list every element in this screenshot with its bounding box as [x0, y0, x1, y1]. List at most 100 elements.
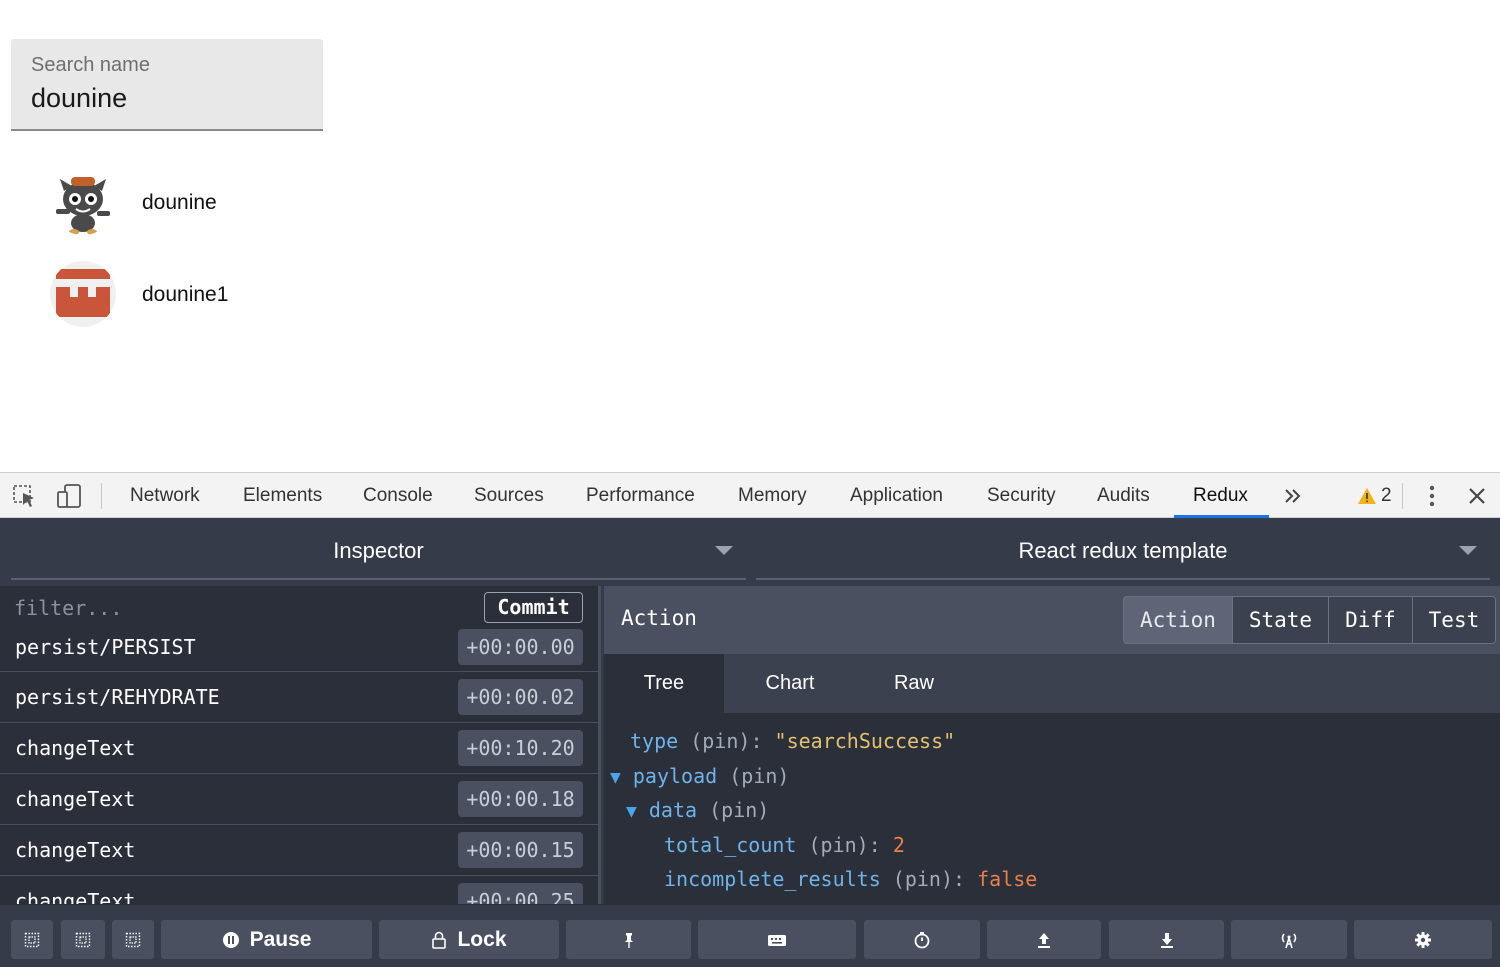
tab-performance[interactable]: Performance — [586, 485, 695, 507]
tab-network[interactable]: Network — [130, 485, 200, 507]
pin-label[interactable]: (pin) — [809, 833, 869, 857]
detail-header: Action Action State Diff Test — [604, 586, 1500, 654]
tree-value: 2 — [892, 833, 905, 857]
instance-select[interactable]: React redux template — [756, 518, 1490, 580]
action-detail: Action Action State Diff Test Tree Chart… — [604, 586, 1500, 904]
tree-key: total_count — [664, 833, 797, 857]
action-row[interactable]: changeText +00:00.25 — [0, 876, 598, 904]
view-tabs: Tree Chart Raw — [604, 654, 1500, 713]
tab-state[interactable]: State — [1232, 597, 1330, 643]
tab-sources[interactable]: Sources — [474, 485, 544, 507]
kebab-menu-icon[interactable] — [1418, 482, 1446, 510]
search-input[interactable]: dounine — [31, 83, 127, 114]
warning-icon[interactable] — [1354, 482, 1382, 510]
devtools-toolbar: Network Elements Console Sources Perform… — [0, 472, 1500, 518]
action-tree: type (pin): "searchSuccess" ▼ payload (p… — [604, 713, 1500, 904]
user-list-item[interactable]: dounine1 — [50, 261, 450, 331]
device-toggle-icon[interactable] — [55, 482, 83, 510]
action-time: +00:00.00 — [458, 629, 583, 665]
remote-antenna-icon[interactable] — [1231, 920, 1347, 959]
monitor-name: Inspector — [333, 538, 424, 563]
action-name: changeText — [15, 889, 136, 904]
tab-memory[interactable]: Memory — [738, 485, 807, 507]
tab-tree[interactable]: Tree — [604, 654, 724, 713]
lock-button[interactable]: Lock — [379, 920, 559, 959]
tree-node[interactable]: type (pin): "searchSuccess" — [630, 729, 955, 753]
tree-key: payload — [632, 764, 718, 788]
tree-value: "searchSuccess" — [774, 729, 956, 753]
lock-icon — [432, 931, 447, 949]
pause-button[interactable]: Pause — [161, 920, 372, 959]
dock-bottom-icon[interactable] — [61, 920, 105, 959]
tab-test[interactable]: Test — [1412, 597, 1496, 643]
tree-separator: : — [953, 867, 966, 891]
toolbar-divider — [1402, 483, 1403, 509]
pause-label: Pause — [249, 927, 312, 951]
detail-tab-group: Action State Diff Test — [1123, 596, 1497, 644]
tab-diff[interactable]: Diff — [1329, 597, 1413, 643]
upload-icon[interactable] — [987, 920, 1101, 959]
detail-title: Action — [621, 606, 697, 630]
filter-row: filter... Commit — [0, 586, 598, 630]
timer-icon[interactable] — [864, 920, 980, 959]
action-row[interactable]: changeText +00:00.15 — [0, 825, 598, 876]
tree-node[interactable]: total_count (pin): 2 — [664, 833, 905, 857]
filter-input[interactable]: filter... — [14, 596, 122, 620]
action-row[interactable]: changeText +00:10.20 — [0, 723, 598, 774]
tab-application[interactable]: Application — [850, 485, 943, 507]
element-picker-icon[interactable] — [11, 482, 39, 510]
tab-console[interactable]: Console — [363, 485, 433, 507]
action-row[interactable]: changeText +00:00.18 — [0, 774, 598, 825]
pin-label[interactable]: (pin) — [729, 764, 789, 788]
tree-key: type — [630, 729, 679, 753]
warning-count[interactable]: 2 — [1381, 485, 1392, 507]
tree-node[interactable]: ▼ data (pin) — [626, 798, 769, 822]
tree-node[interactable]: incomplete_results (pin): false — [664, 867, 1037, 891]
user-list-item[interactable]: dounine — [50, 169, 450, 239]
redux-devtools-panel: Inspector React redux template filter...… — [0, 518, 1500, 967]
tree-key: incomplete_results — [664, 867, 881, 891]
chevron-down-icon — [1459, 546, 1477, 555]
download-icon[interactable] — [1109, 920, 1224, 959]
divider — [11, 578, 746, 580]
double-chevron-right-icon[interactable] — [1279, 482, 1307, 510]
pin-icon[interactable] — [566, 920, 691, 959]
divider — [756, 578, 1490, 580]
chevron-down-icon — [715, 546, 733, 555]
identicon-avatar-icon — [50, 261, 116, 327]
expand-arrow-icon[interactable]: ▼ — [626, 801, 637, 822]
pin-label[interactable]: (pin) — [893, 867, 953, 891]
tab-elements[interactable]: Elements — [243, 485, 322, 507]
tree-separator: : — [750, 729, 763, 753]
expand-arrow-icon[interactable]: ▼ — [610, 767, 621, 788]
action-name: changeText — [15, 787, 136, 811]
tab-security[interactable]: Security — [987, 485, 1056, 507]
action-name: changeText — [15, 838, 136, 862]
pin-label[interactable]: (pin) — [690, 729, 750, 753]
dock-right-icon[interactable] — [112, 920, 154, 959]
tab-action[interactable]: Action — [1124, 597, 1233, 643]
commit-button[interactable]: Commit — [484, 592, 583, 623]
tab-redux[interactable]: Redux — [1193, 485, 1248, 507]
action-time: +00:00.02 — [458, 679, 583, 715]
monitor-select[interactable]: Inspector — [11, 518, 746, 580]
action-row[interactable]: persist/PERSIST +00:00.00 — [0, 627, 598, 672]
dock-left-icon[interactable] — [11, 920, 53, 959]
tab-raw[interactable]: Raw — [852, 654, 976, 713]
settings-gear-icon[interactable] — [1354, 920, 1492, 959]
tab-audits[interactable]: Audits — [1097, 485, 1150, 507]
keyboard-icon[interactable] — [698, 920, 856, 959]
action-row[interactable]: persist/REHYDRATE +00:00.02 — [0, 672, 598, 723]
tree-separator: : — [868, 833, 881, 857]
action-list: filter... Commit persist/PERSIST +00:00.… — [0, 586, 601, 904]
user-name: dounine1 — [142, 283, 229, 306]
tab-chart[interactable]: Chart — [728, 654, 852, 713]
pin-label[interactable]: (pin) — [709, 798, 769, 822]
instance-name: React redux template — [1018, 538, 1228, 563]
search-field[interactable]: Search name dounine — [11, 39, 323, 131]
close-icon[interactable] — [1463, 482, 1491, 510]
tree-node[interactable]: ▼ payload (pin) — [610, 764, 789, 788]
action-name: persist/REHYDRATE — [15, 685, 220, 709]
tree-key: data — [648, 798, 698, 822]
action-time: +00:10.20 — [458, 730, 583, 766]
